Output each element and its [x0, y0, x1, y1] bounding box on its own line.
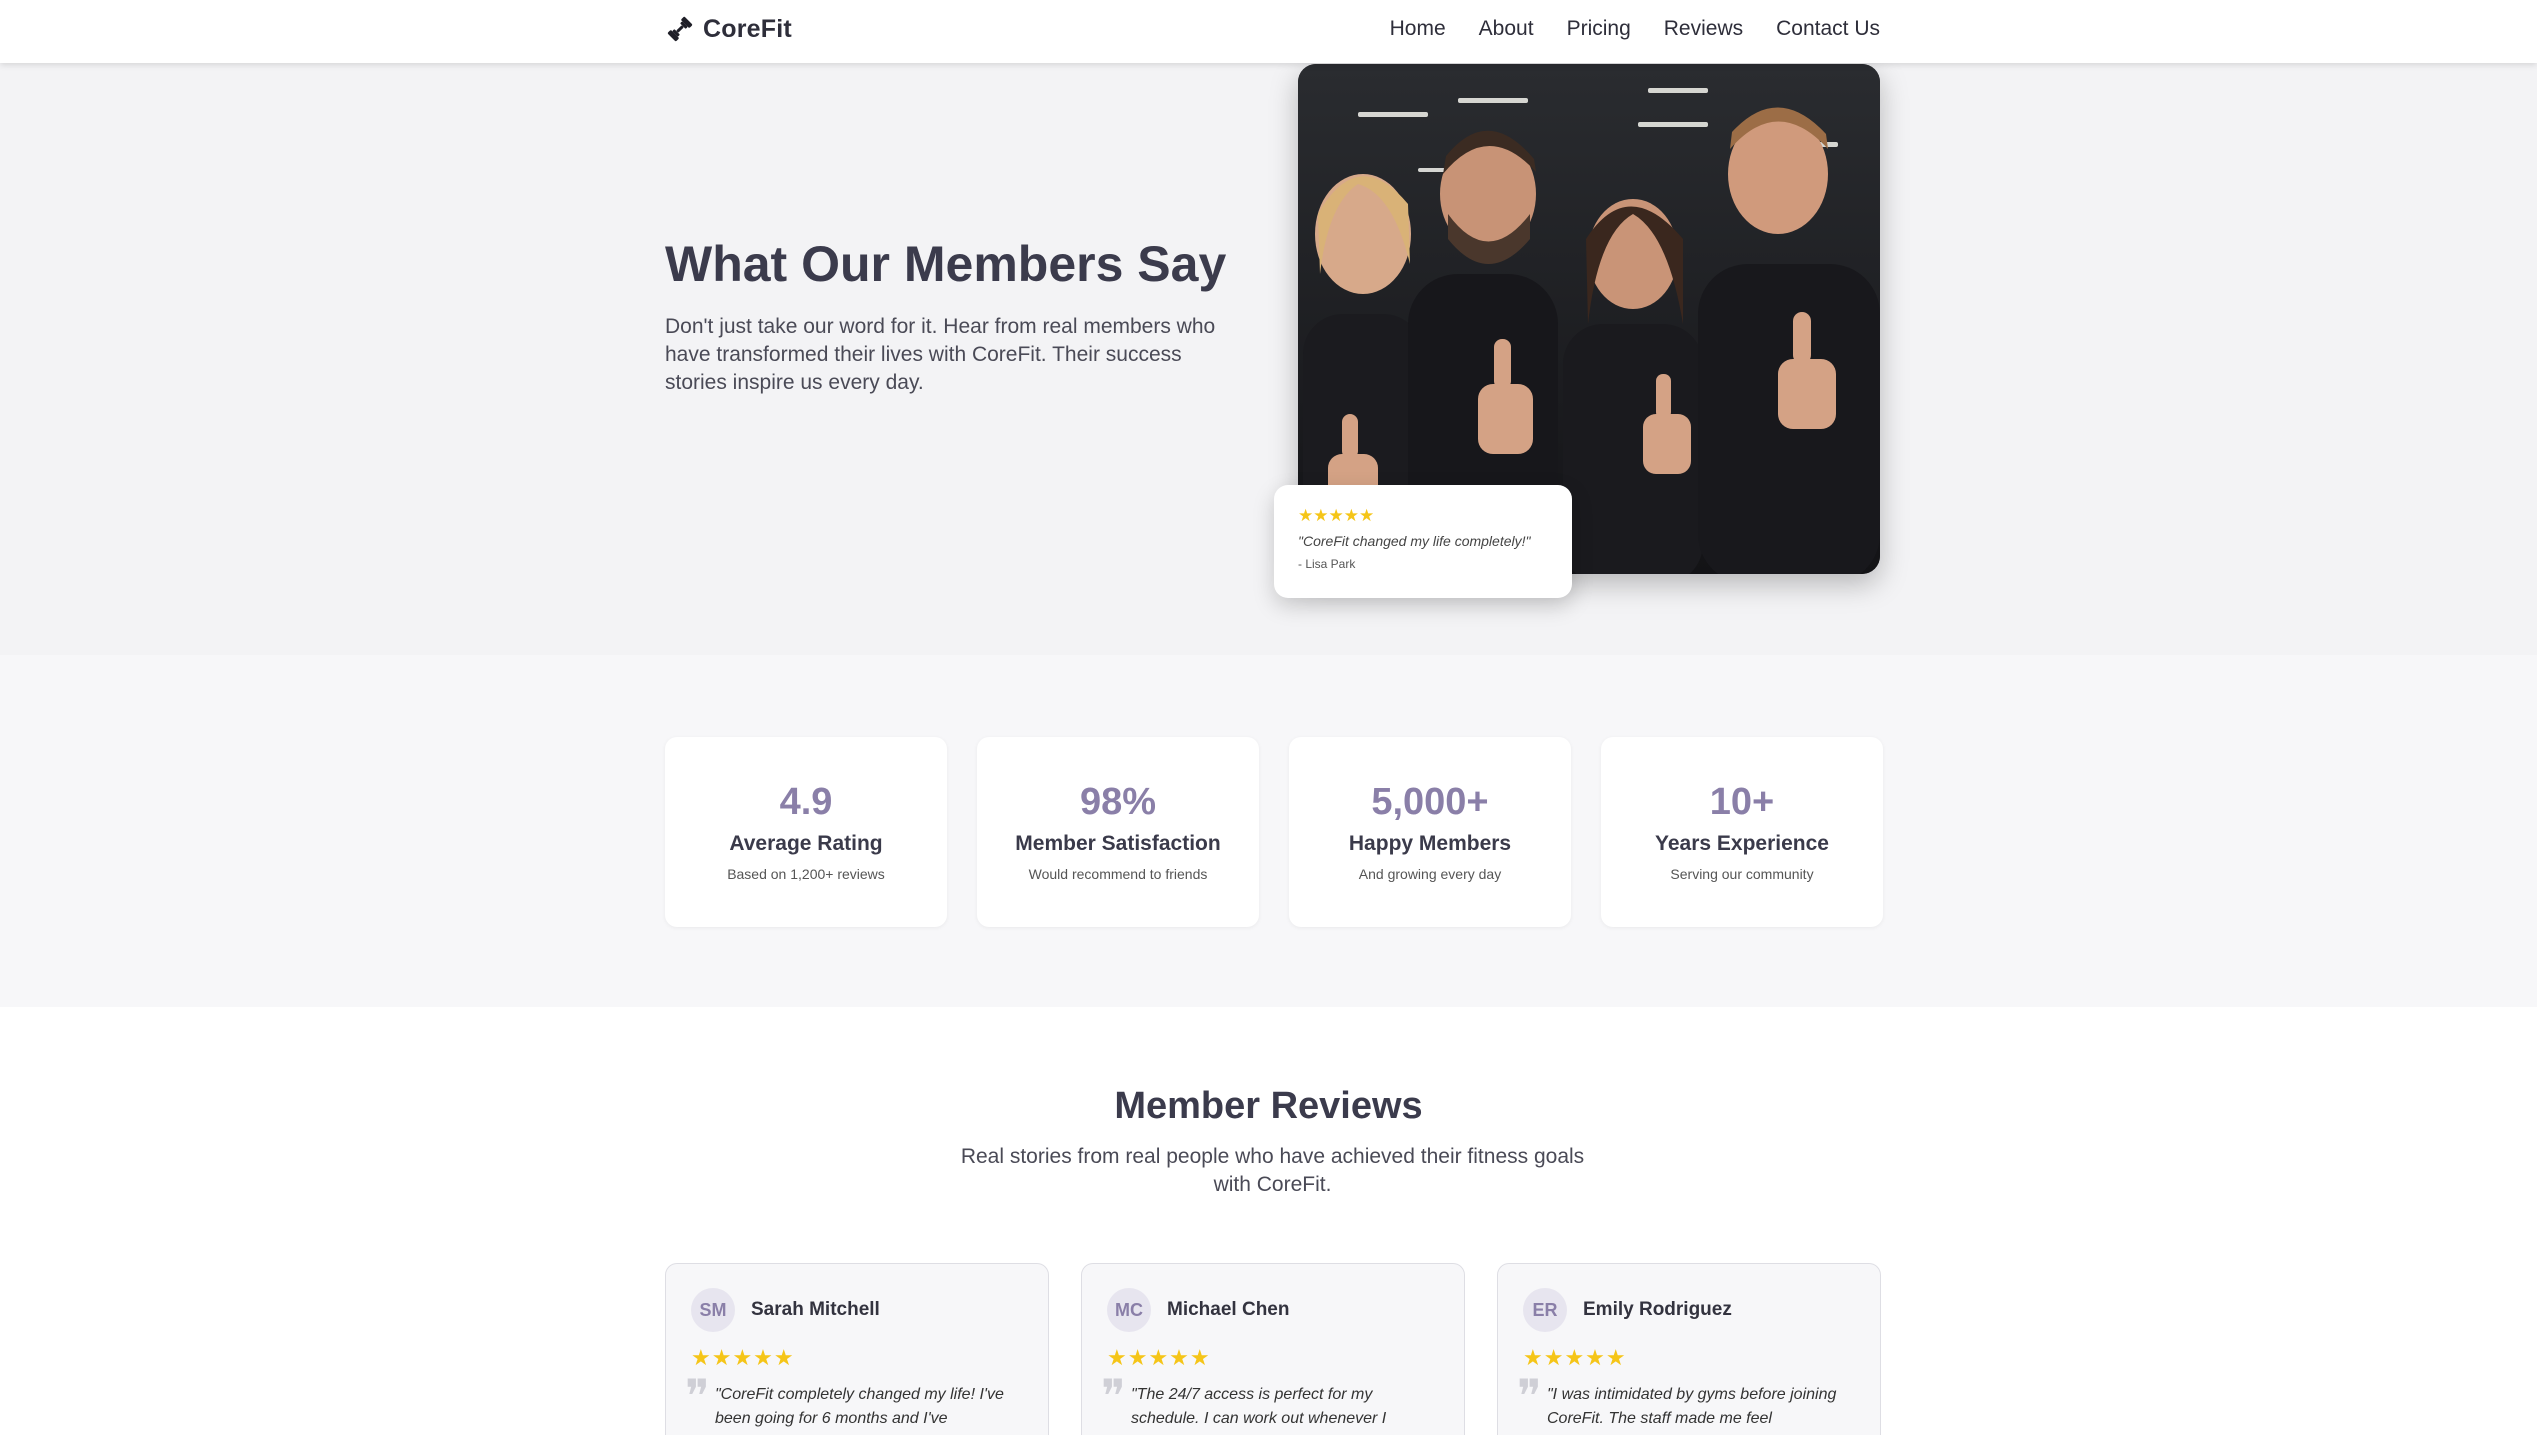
reviews-subtitle: Real stories from real people who have a… [960, 1145, 1585, 1196]
nav-link-home[interactable]: Home [1390, 17, 1446, 41]
review-stars: ★★★★★ [1107, 1345, 1211, 1370]
nav-link-about[interactable]: About [1479, 17, 1534, 41]
hero-description: Don't just take our word for it. Hear fr… [665, 315, 1216, 394]
review-header: SM Sarah Mitchell [691, 1288, 1023, 1332]
avatar: ER [1523, 1288, 1567, 1332]
reviewer-name: Michael Chen [1167, 1299, 1290, 1320]
quote-mark-icon: ❞ [1101, 1369, 1126, 1423]
review-stars: ★★★★★ [1523, 1345, 1627, 1370]
stat-value: 5,000+ [1371, 781, 1489, 823]
dumbbell-icon [667, 16, 693, 42]
stat-card-rating: 4.9 Average Rating Based on 1,200+ revie… [665, 737, 947, 927]
stat-label: Happy Members [1348, 832, 1512, 855]
top-nav: CoreFit Home About Pricing Reviews Conta… [0, 0, 2537, 63]
nav-links: Home About Pricing Reviews Contact Us [1390, 17, 1880, 41]
nav-link-contact[interactable]: Contact Us [1776, 17, 1880, 41]
stat-sub: And growing every day [1358, 866, 1502, 882]
hero-section: What Our Members Say Don't just take our… [0, 63, 2537, 655]
quote-stars: ★★★★★ [1298, 506, 1375, 525]
stat-sub: Serving our community [1670, 866, 1814, 882]
review-header: MC Michael Chen [1107, 1288, 1439, 1332]
review-card: MC Michael Chen ★★★★★ ❞ "The 24/7 access… [1081, 1263, 1465, 1435]
reviews-section: Member Reviews Real stories from real pe… [0, 1007, 2537, 1435]
stat-label: Member Satisfaction [1015, 832, 1221, 855]
review-text: "I was intimidated by gyms before joinin… [1547, 1386, 1837, 1427]
stat-sub: Would recommend to friends [1028, 866, 1208, 882]
review-card: ER Emily Rodriguez ★★★★★ ❞ "I was intimi… [1497, 1263, 1881, 1435]
stat-sub: Based on 1,200+ reviews [727, 866, 885, 882]
featured-quote-card: ★★★★★ "CoreFit changed my life completel… [1274, 485, 1572, 598]
stat-value: 10+ [1709, 781, 1775, 823]
reviewer-name: Sarah Mitchell [751, 1299, 880, 1320]
review-body: ❞ "The 24/7 access is perfect for my sch… [1101, 1373, 1439, 1431]
avatar: MC [1107, 1288, 1151, 1332]
stats-section: 4.9 Average Rating Based on 1,200+ revie… [0, 655, 2537, 1007]
review-stars: ★★★★★ [691, 1345, 795, 1370]
nav-link-pricing[interactable]: Pricing [1567, 17, 1631, 41]
quote-mark-icon: ❞ [1517, 1369, 1542, 1423]
hero-title: What Our Members Say [665, 236, 1227, 292]
review-card: SM Sarah Mitchell ★★★★★ ❞ "CoreFit compl… [665, 1263, 1049, 1435]
review-text: "CoreFit completely changed my life! I'v… [715, 1386, 1004, 1427]
stat-label: Years Experience [1655, 832, 1829, 855]
brand-name: CoreFit [703, 14, 792, 43]
stat-card-satisfaction: 98% Member Satisfaction Would recommend … [977, 737, 1259, 927]
stat-card-members: 5,000+ Happy Members And growing every d… [1289, 737, 1571, 927]
reviewer-name: Emily Rodriguez [1583, 1299, 1732, 1320]
review-header: ER Emily Rodriguez [1523, 1288, 1855, 1332]
review-text: "The 24/7 access is perfect for my sched… [1131, 1386, 1387, 1427]
brand-logo[interactable]: CoreFit [665, 14, 792, 44]
nav-link-reviews[interactable]: Reviews [1664, 17, 1743, 41]
reviews-title: Member Reviews [1114, 1085, 1423, 1127]
stat-value: 98% [1079, 781, 1157, 823]
quote-text: "CoreFit changed my life completely!" [1298, 533, 1531, 549]
quote-author: - Lisa Park [1298, 557, 1356, 571]
review-body: ❞ "I was intimidated by gyms before join… [1517, 1373, 1855, 1431]
stat-value: 4.9 [779, 781, 833, 823]
stat-card-experience: 10+ Years Experience Serving our communi… [1601, 737, 1883, 927]
avatar: SM [691, 1288, 735, 1332]
stat-label: Average Rating [729, 832, 883, 855]
quote-mark-icon: ❞ [685, 1369, 710, 1423]
review-body: ❞ "CoreFit completely changed my life! I… [685, 1373, 1023, 1431]
